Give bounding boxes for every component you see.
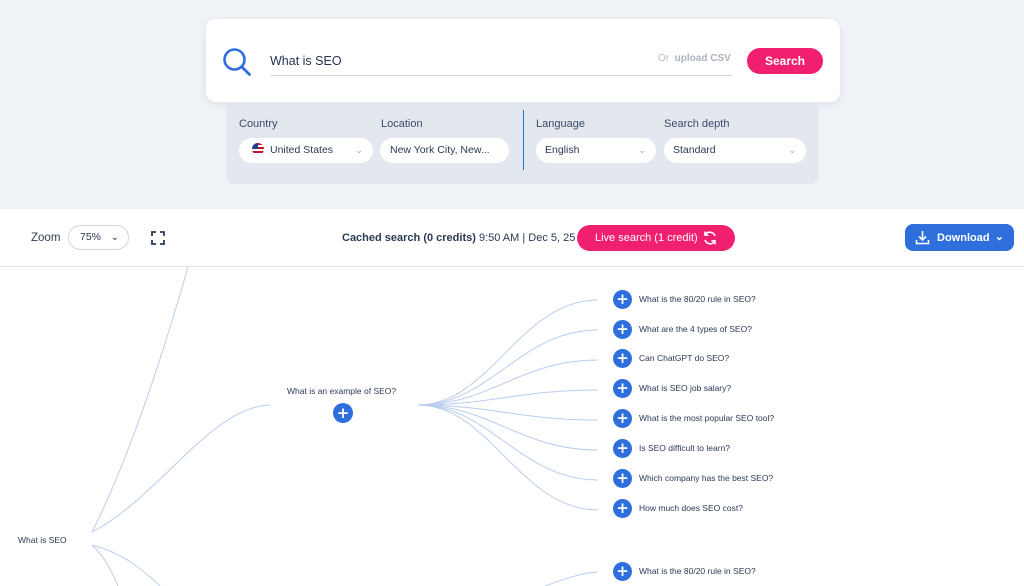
search-icon [223,48,251,76]
us-flag-icon [252,143,264,155]
search-depth-select[interactable]: Standard ⌄ [664,138,806,163]
leaf-node-label: What is the 80/20 rule in SEO? [639,566,756,576]
country-value: United States [270,144,334,156]
leaf-node-label: What is the 80/20 rule in SEO? [639,294,756,304]
or-text: Or [658,53,670,64]
expand-node-button[interactable]: + [613,469,632,488]
cached-search-label: Cached search (0 credits) [342,232,476,244]
chevron-down-icon: ⌄ [638,145,646,155]
expand-node-button[interactable]: + [613,349,632,368]
download-label: Download [937,231,990,244]
location-value: New York City, New... [390,144,490,156]
root-node[interactable]: What is SEO [18,535,67,545]
leaf-node-label: What is the most popular SEO tool? [639,413,775,423]
mindmap-canvas[interactable]: What is SEO What is an example of SEO? +… [0,267,1024,586]
expand-node-button[interactable]: + [613,439,632,458]
zoom-select[interactable]: 75% ⌄ [68,225,129,250]
language-value: English [545,144,580,156]
expand-node-button[interactable]: + [613,409,632,428]
search-depth-label: Search depth [664,118,730,130]
live-search-label: Live search (1 credit) [595,232,698,244]
options-divider [523,110,524,170]
download-icon [915,231,930,245]
leaf-node-label: How much does SEO cost? [639,503,743,513]
mindmap-links [91,267,599,586]
mindmap-toolbar: Zoom 75% ⌄ Cached search (0 credits) 9:5… [0,209,1024,267]
leaf-node-label: Can ChatGPT do SEO? [639,353,730,363]
leaf-node-label: Which company has the best SEO? [639,473,774,483]
download-button[interactable]: Download ⌄ [905,224,1014,251]
expand-node-button[interactable]: + [613,499,632,518]
location-label: Location [381,118,423,130]
zoom-value: 75% [80,231,102,243]
search-options-panel: Country United States ⌄ Location New Yor… [226,102,819,184]
language-select[interactable]: English ⌄ [536,138,656,163]
upload-csv-label: upload CSV [674,53,731,64]
expand-node-button[interactable]: + [613,379,632,398]
expand-node-button[interactable]: + [613,562,632,581]
zoom-label: Zoom [31,232,61,244]
refresh-icon [704,231,716,245]
cached-search-info: Cached search (0 credits) 9:50 AM | Dec … [342,232,575,244]
search-button[interactable]: Search [747,48,823,74]
leaf-node-label: What is SEO job salary? [639,383,732,393]
leaf-node-label: Is SEO difficult to learn? [639,443,731,453]
chevron-down-icon: ⌄ [788,145,796,155]
language-label: Language [536,118,585,130]
expand-node-button[interactable]: + [613,320,632,339]
leaf-node-label: What are the 4 types of SEO? [639,324,752,334]
expand-node-button[interactable]: + [613,290,632,309]
country-label: Country [239,118,278,130]
search-depth-value: Standard [673,144,716,156]
country-select[interactable]: United States ⌄ [239,138,373,163]
location-input[interactable]: New York City, New... [380,138,509,163]
chevron-down-icon: ⌄ [110,232,119,243]
search-area: Or upload CSV Search Country United Stat… [0,0,1024,209]
upload-csv-link[interactable]: Or upload CSV [658,53,731,64]
branch-node-label: What is an example of SEO? [287,386,397,396]
fullscreen-icon[interactable] [151,231,165,245]
search-card: Or upload CSV Search [206,19,840,102]
cached-search-time: 9:50 AM | Dec 5, 25 [478,232,576,244]
chevron-down-icon: ⌄ [355,145,363,155]
chevron-down-icon: ⌄ [994,231,1004,243]
expand-node-button[interactable]: + [333,403,353,423]
live-search-button[interactable]: Live search (1 credit) [577,225,735,251]
